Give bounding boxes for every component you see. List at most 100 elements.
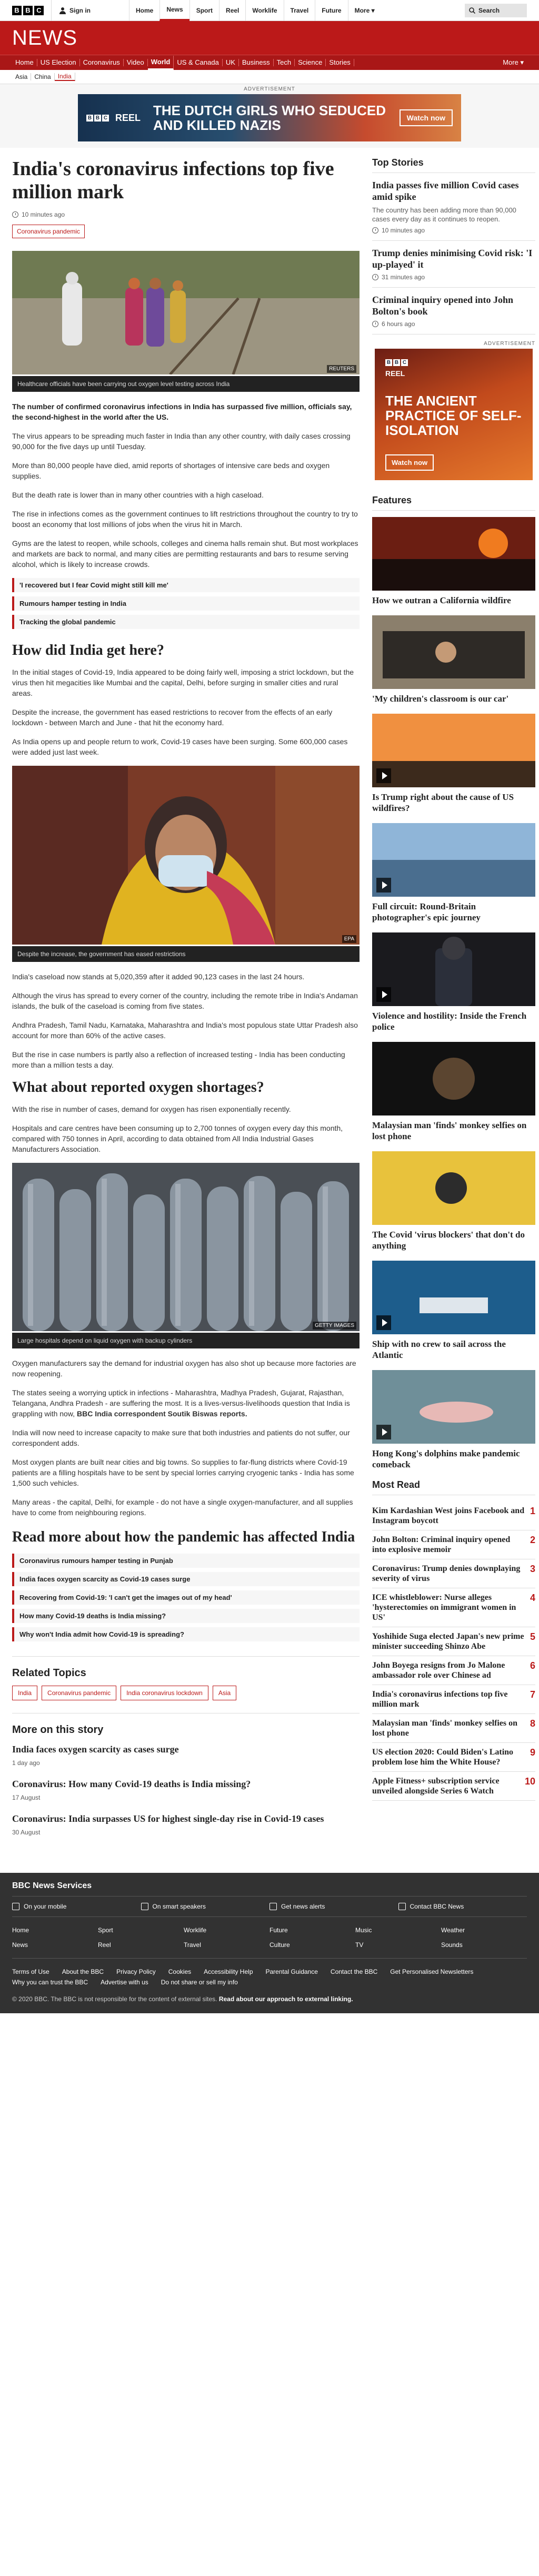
nav-more[interactable]: More ▾ bbox=[347, 0, 381, 21]
region-asia[interactable]: Asia bbox=[12, 73, 32, 80]
feature-image[interactable] bbox=[372, 615, 535, 689]
play-icon[interactable] bbox=[376, 768, 391, 783]
footer-link[interactable]: News bbox=[12, 1941, 98, 1949]
region-india[interactable]: India bbox=[54, 73, 75, 81]
footer-legal-link[interactable]: Cookies bbox=[168, 1968, 191, 1975]
service-contact[interactable]: Contact BBC News bbox=[398, 1903, 527, 1910]
nav-future[interactable]: Future bbox=[315, 0, 347, 21]
related-link[interactable]: 'I recovered but I fear Covid might stil… bbox=[12, 578, 360, 592]
footer-legal-link[interactable]: Terms of Use bbox=[12, 1968, 49, 1975]
story-link[interactable]: India faces oxygen scarcity as cases sur… bbox=[12, 1743, 360, 1755]
feature-link[interactable]: Is Trump right about the cause of US wil… bbox=[372, 792, 535, 814]
story-link[interactable]: Coronavirus: India surpasses US for high… bbox=[12, 1813, 360, 1824]
footer-legal-link[interactable]: About the BBC bbox=[62, 1968, 104, 1975]
service-mobile[interactable]: On your mobile bbox=[12, 1903, 141, 1910]
subnav-science[interactable]: Science bbox=[295, 59, 326, 66]
footer-link[interactable]: Culture bbox=[270, 1941, 355, 1949]
most-read-link[interactable]: Yoshihide Suga elected Japan's new prime… bbox=[372, 1631, 525, 1651]
footer-link[interactable]: Home bbox=[12, 1926, 98, 1934]
footer-legal-link[interactable]: Why you can trust the BBC bbox=[12, 1979, 88, 1986]
nav-news[interactable]: News bbox=[159, 0, 189, 21]
most-read-link[interactable]: Coronavirus: Trump denies downplaying se… bbox=[372, 1564, 525, 1584]
topic-tag[interactable]: Coronavirus pandemic bbox=[12, 225, 85, 238]
feature-image[interactable] bbox=[372, 714, 535, 787]
top-story-link[interactable]: India passes five million Covid cases am… bbox=[372, 179, 535, 202]
most-read-link[interactable]: John Bolton: Criminal inquiry opened int… bbox=[372, 1535, 525, 1555]
footer-link[interactable]: Sport bbox=[98, 1926, 184, 1934]
most-read-link[interactable]: Malaysian man 'finds' monkey selfies on … bbox=[372, 1718, 525, 1738]
footer-legal-link[interactable]: Get Personalised Newsletters bbox=[390, 1968, 473, 1975]
nav-reel[interactable]: Reel bbox=[219, 0, 245, 21]
most-read-link[interactable]: Apple Fitness+ subscription service unve… bbox=[372, 1776, 520, 1796]
play-icon[interactable] bbox=[376, 1315, 391, 1330]
nav-travel[interactable]: Travel bbox=[283, 0, 315, 21]
footer-link[interactable]: Weather bbox=[441, 1926, 527, 1934]
story-link[interactable]: Coronavirus: How many Covid-19 deaths is… bbox=[12, 1778, 360, 1790]
footer-link[interactable]: Worklife bbox=[184, 1926, 270, 1934]
bbc-logo[interactable]: BBC bbox=[12, 6, 44, 15]
sign-in-link[interactable]: Sign in bbox=[51, 0, 129, 21]
mpu-ad[interactable]: BBC REEL The ancient practice of self-is… bbox=[375, 349, 533, 480]
nav-home[interactable]: Home bbox=[129, 0, 159, 21]
subnav-coronavirus[interactable]: Coronavirus bbox=[80, 59, 124, 66]
subnav-stories[interactable]: Stories bbox=[326, 59, 354, 66]
topic-tag[interactable]: Asia bbox=[212, 1686, 237, 1700]
topic-tag[interactable]: India coronavirus lockdown bbox=[121, 1686, 208, 1700]
feature-link[interactable]: How we outran a California wildfire bbox=[372, 595, 535, 606]
feature-image[interactable] bbox=[372, 932, 535, 1006]
footer-link[interactable]: Music bbox=[355, 1926, 441, 1934]
region-china[interactable]: China bbox=[31, 73, 55, 80]
external-linking-link[interactable]: Read about our approach to external link… bbox=[219, 1995, 353, 2003]
most-read-link[interactable]: John Boyega resigns from Jo Malone ambas… bbox=[372, 1660, 525, 1680]
most-read-link[interactable]: US election 2020: Could Biden's Latino p… bbox=[372, 1747, 525, 1767]
related-link[interactable]: Coronavirus rumours hamper testing in Pu… bbox=[12, 1554, 360, 1568]
topic-tag[interactable]: Coronavirus pandemic bbox=[42, 1686, 117, 1700]
footer-legal-link[interactable]: Accessibility Help bbox=[204, 1968, 253, 1975]
feature-image[interactable] bbox=[372, 1151, 535, 1225]
feature-link[interactable]: 'My children's classroom is our car' bbox=[372, 693, 535, 704]
subnav-more[interactable]: More ▾ bbox=[500, 59, 527, 66]
play-icon[interactable] bbox=[376, 987, 391, 1002]
feature-image[interactable] bbox=[372, 1042, 535, 1115]
nav-sport[interactable]: Sport bbox=[189, 0, 219, 21]
service-news-alerts[interactable]: Get news alerts bbox=[270, 1903, 398, 1910]
footer-legal-link[interactable]: Contact the BBC bbox=[331, 1968, 377, 1975]
subnav-uk[interactable]: UK bbox=[223, 59, 239, 66]
footer-legal-link[interactable]: Do not share or sell my info bbox=[161, 1979, 238, 1986]
top-story-link[interactable]: Trump denies minimising Covid risk: 'I u… bbox=[372, 247, 535, 270]
subnav-world[interactable]: World bbox=[147, 55, 174, 70]
footer-legal-link[interactable]: Parental Guidance bbox=[266, 1968, 318, 1975]
top-story-link[interactable]: Criminal inquiry opened into John Bolton… bbox=[372, 294, 535, 317]
feature-link[interactable]: Full circuit: Round-Britain photographer… bbox=[372, 901, 535, 923]
feature-image[interactable] bbox=[372, 1370, 535, 1444]
related-link[interactable]: Recovering from Covid-19: 'I can't get t… bbox=[12, 1590, 360, 1605]
topic-tag[interactable]: India bbox=[12, 1686, 38, 1700]
footer-link[interactable]: Future bbox=[270, 1926, 355, 1934]
feature-image[interactable] bbox=[372, 1261, 535, 1334]
feature-image[interactable] bbox=[372, 823, 535, 897]
footer-link[interactable]: Reel bbox=[98, 1941, 184, 1949]
subnav-video[interactable]: Video bbox=[124, 59, 148, 66]
feature-link[interactable]: The Covid 'virus blockers' that don't do… bbox=[372, 1229, 535, 1251]
ad-watch-button[interactable]: Watch now bbox=[399, 109, 453, 126]
feature-link[interactable]: Violence and hostility: Inside the Frenc… bbox=[372, 1010, 535, 1032]
play-icon[interactable] bbox=[376, 1425, 391, 1439]
subnav-tech[interactable]: Tech bbox=[274, 59, 295, 66]
most-read-link[interactable]: ICE whistleblower: Nurse alleges 'hyster… bbox=[372, 1593, 525, 1622]
footer-legal-link[interactable]: Privacy Policy bbox=[116, 1968, 156, 1975]
ad-banner[interactable]: BBC REEL THE DUTCH GIRLS WHO SEDUCED AND… bbox=[78, 94, 461, 141]
nav-worklife[interactable]: Worklife bbox=[245, 0, 283, 21]
related-link[interactable]: How many Covid-19 deaths is India missin… bbox=[12, 1609, 360, 1623]
feature-link[interactable]: Hong Kong's dolphins make pandemic comeb… bbox=[372, 1448, 535, 1470]
related-link[interactable]: India faces oxygen scarcity as Covid-19 … bbox=[12, 1572, 360, 1586]
footer-link[interactable]: Travel bbox=[184, 1941, 270, 1949]
most-read-link[interactable]: India's coronavirus infections top five … bbox=[372, 1689, 525, 1709]
search-box[interactable]: Search bbox=[465, 4, 527, 17]
subnav-business[interactable]: Business bbox=[239, 59, 274, 66]
most-read-link[interactable]: Kim Kardashian West joins Facebook and I… bbox=[372, 1506, 525, 1526]
feature-link[interactable]: Malaysian man 'finds' monkey selfies on … bbox=[372, 1120, 535, 1142]
correspondent-link[interactable]: BBC India correspondent Soutik Biswas re… bbox=[77, 1409, 247, 1418]
related-link[interactable]: Tracking the global pandemic bbox=[12, 615, 360, 629]
feature-image[interactable] bbox=[372, 517, 535, 591]
service-smart-speakers[interactable]: On smart speakers bbox=[141, 1903, 270, 1910]
